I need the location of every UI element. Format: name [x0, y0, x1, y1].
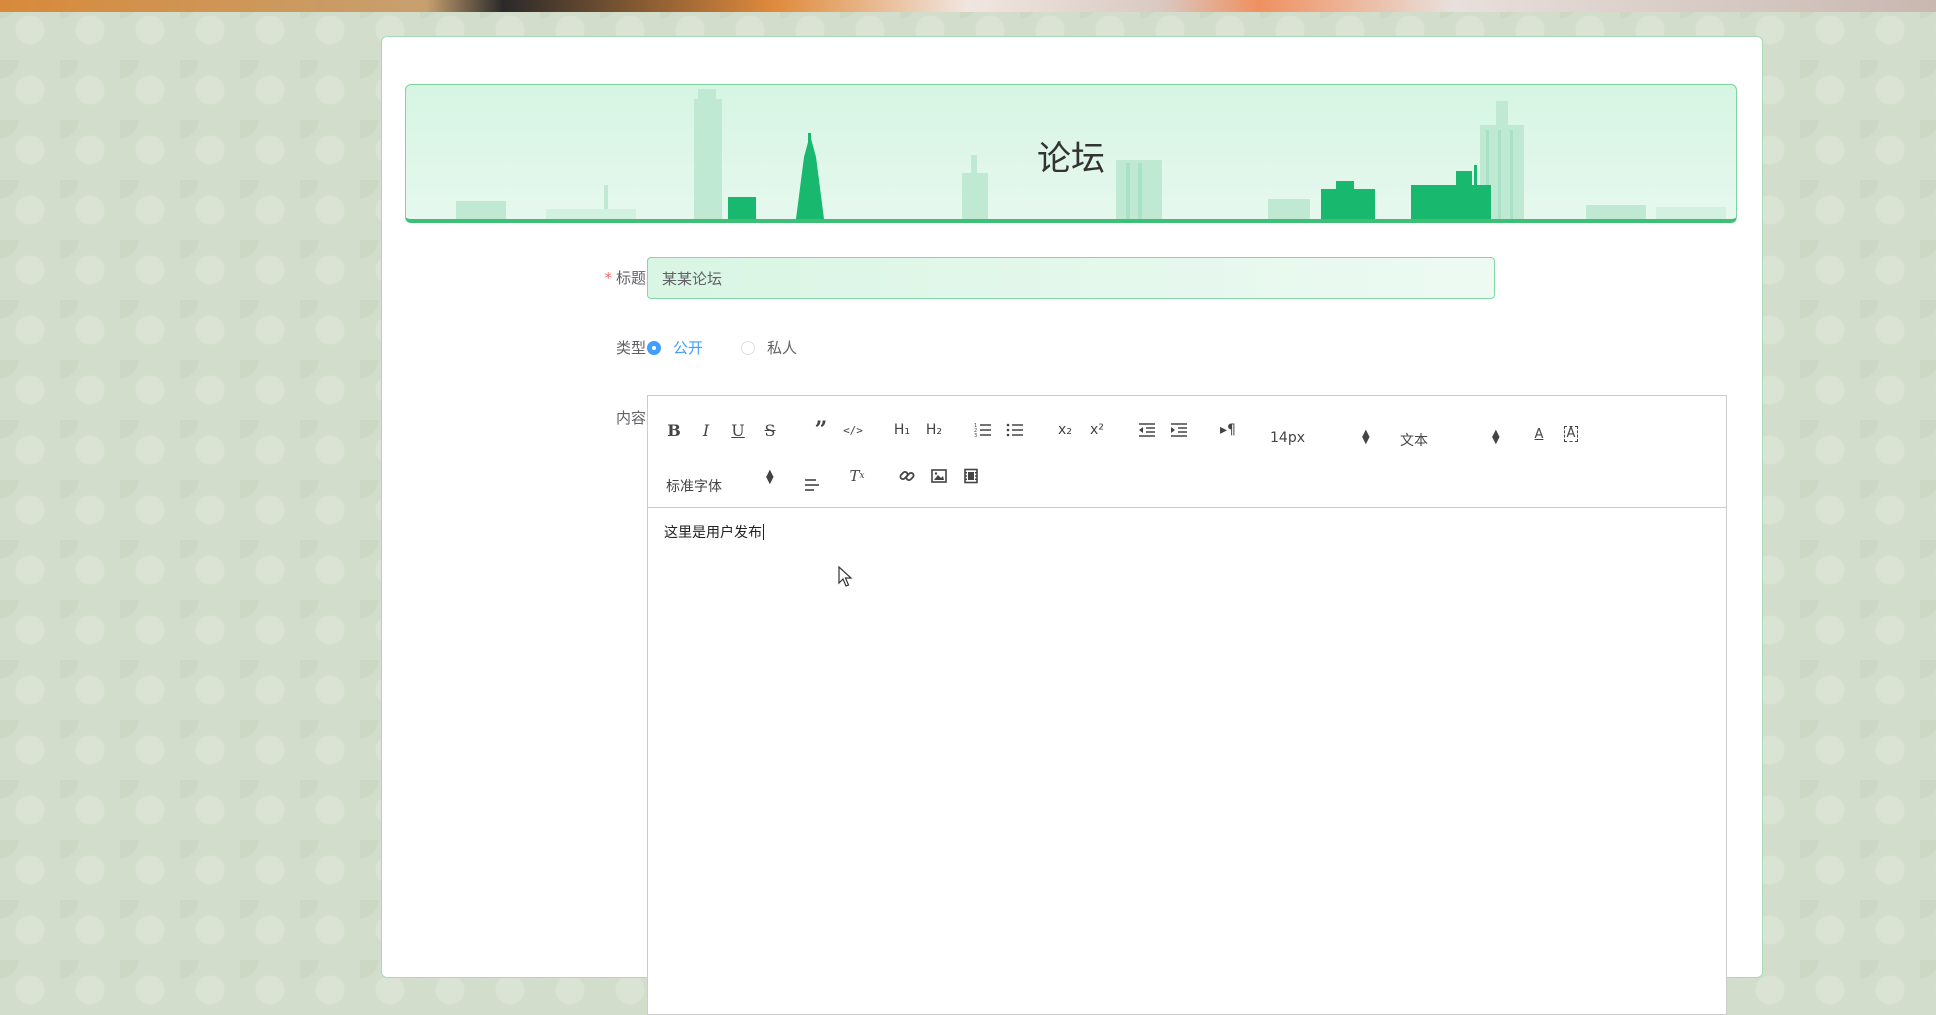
font-picker-value: 标准字体	[666, 479, 722, 495]
editor-content-text: 这里是用户发布	[664, 525, 762, 541]
clean-format-icon[interactable]: Tx	[846, 464, 868, 488]
editor-toolbar: B I U S ” </> H₁ H₂ 123 x₂ x² ▸¶ 14px ▲ …	[648, 396, 1726, 508]
indent-icon[interactable]	[1168, 418, 1190, 442]
font-color-icon[interactable]: A	[1528, 422, 1550, 446]
size-picker-value: 14px	[1270, 430, 1305, 446]
editor-content-area[interactable]: 这里是用户发布	[648, 508, 1726, 556]
forum-form-card: 论坛 *标题 类型 公开 私人 内容 B I U S ” </> H₁ H₂ 1…	[381, 36, 1763, 1015]
picker-arrows-icon: ▲ ▼	[1362, 428, 1370, 446]
picker-arrows-icon: ▲ ▼	[766, 468, 774, 486]
image-icon[interactable]	[928, 464, 950, 488]
rtl-direction-icon[interactable]: ▸¶	[1216, 418, 1240, 442]
superscript-icon[interactable]: x²	[1086, 418, 1108, 442]
header2-icon[interactable]: H₂	[922, 418, 946, 442]
radio-private-dot[interactable]	[741, 340, 755, 355]
radio-private[interactable]: 私人	[741, 337, 797, 358]
header1-icon[interactable]: H₁	[890, 418, 914, 442]
forum-header-banner: 论坛	[405, 84, 1737, 223]
subscript-icon[interactable]: x₂	[1054, 418, 1076, 442]
text-caret	[763, 524, 764, 540]
type-field-label: 类型	[615, 339, 646, 357]
bold-icon[interactable]: B	[664, 418, 684, 442]
required-mark: *	[604, 269, 612, 287]
radio-public[interactable]: 公开	[647, 337, 703, 358]
link-icon[interactable]	[896, 464, 918, 488]
bullet-list-icon[interactable]	[1004, 418, 1026, 442]
align-icon[interactable]	[802, 472, 824, 496]
blockquote-icon[interactable]: ”	[810, 417, 832, 443]
radio-public-dot[interactable]	[647, 340, 661, 355]
video-icon[interactable]	[960, 464, 982, 488]
strike-icon[interactable]: S	[760, 418, 780, 442]
font-picker[interactable]: 标准字体 ▲ ▼	[666, 469, 776, 496]
svg-text:3: 3	[974, 433, 977, 438]
rich-text-editor: B I U S ” </> H₁ H₂ 123 x₂ x² ▸¶ 14px ▲ …	[647, 395, 1727, 1015]
size-picker[interactable]: 14px ▲ ▼	[1270, 428, 1370, 450]
radio-private-label: 私人	[767, 339, 798, 357]
title-label-text: 标题	[615, 269, 646, 287]
italic-icon[interactable]: I	[696, 418, 716, 442]
ordered-list-icon[interactable]: 123	[972, 418, 994, 442]
content-field-label: 内容	[615, 409, 646, 427]
code-block-icon[interactable]: </>	[842, 418, 864, 442]
title-input[interactable]	[647, 257, 1495, 299]
page-title: 论坛	[1037, 139, 1105, 179]
top-banner-image-strip	[0, 0, 1936, 12]
picker-arrows-icon: ▲ ▼	[1492, 428, 1500, 446]
underline-icon[interactable]: U	[728, 418, 748, 442]
outdent-icon[interactable]	[1136, 418, 1158, 442]
header-picker[interactable]: 文本 ▲ ▼	[1400, 428, 1500, 450]
background-color-icon[interactable]: A	[1560, 422, 1582, 446]
radio-public-label: 公开	[673, 339, 704, 357]
header-picker-value: 文本	[1400, 433, 1428, 449]
title-field-label: * 标题	[536, 267, 646, 288]
mouse-pointer-icon	[838, 566, 853, 587]
